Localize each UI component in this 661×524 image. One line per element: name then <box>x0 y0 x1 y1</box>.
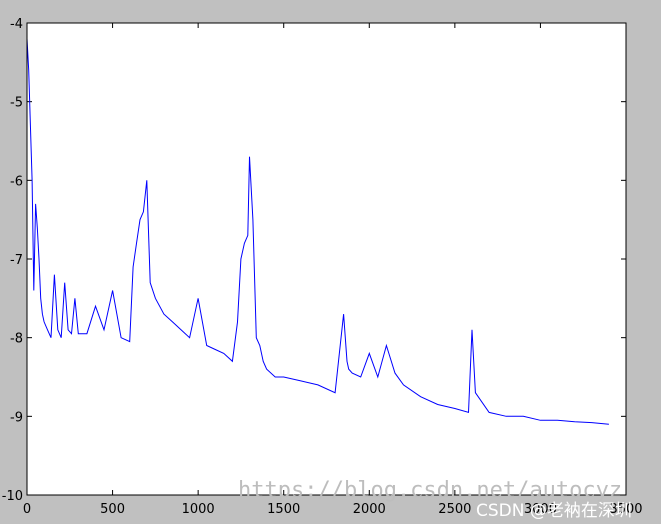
y-tick-label: -5 <box>10 96 23 111</box>
watermark-badge: CSDN @老衲在深圳 <box>476 501 632 521</box>
x-tick-label: 2500 <box>438 502 471 517</box>
watermark-url: https://blog.csdn.net/autocyz <box>238 478 622 503</box>
y-tick-label: -7 <box>10 253 23 268</box>
x-tick-label: 1500 <box>267 502 300 517</box>
x-tick-label: 2000 <box>353 502 386 517</box>
chart-figure: 0 500 1000 1500 2000 2500 3000 3500 -4 -5 -6 -7 -8 -9… <box>0 0 661 524</box>
y-tick-label: -10 <box>2 489 23 504</box>
y-tick-label: -4 <box>10 17 23 32</box>
y-tick-label: -8 <box>10 332 23 347</box>
chart-svg: 0 500 1000 1500 2000 2500 3000 3500-4-5-6-7-8-9… <box>2 17 643 521</box>
plot-background <box>27 23 626 495</box>
y-tick-label: -6 <box>10 174 23 189</box>
y-tick-label: -9 <box>10 410 23 425</box>
x-tick-label: 1000 <box>182 502 215 517</box>
x-tick-label: 500 <box>100 502 125 517</box>
x-tick-label: 0 <box>23 502 31 517</box>
